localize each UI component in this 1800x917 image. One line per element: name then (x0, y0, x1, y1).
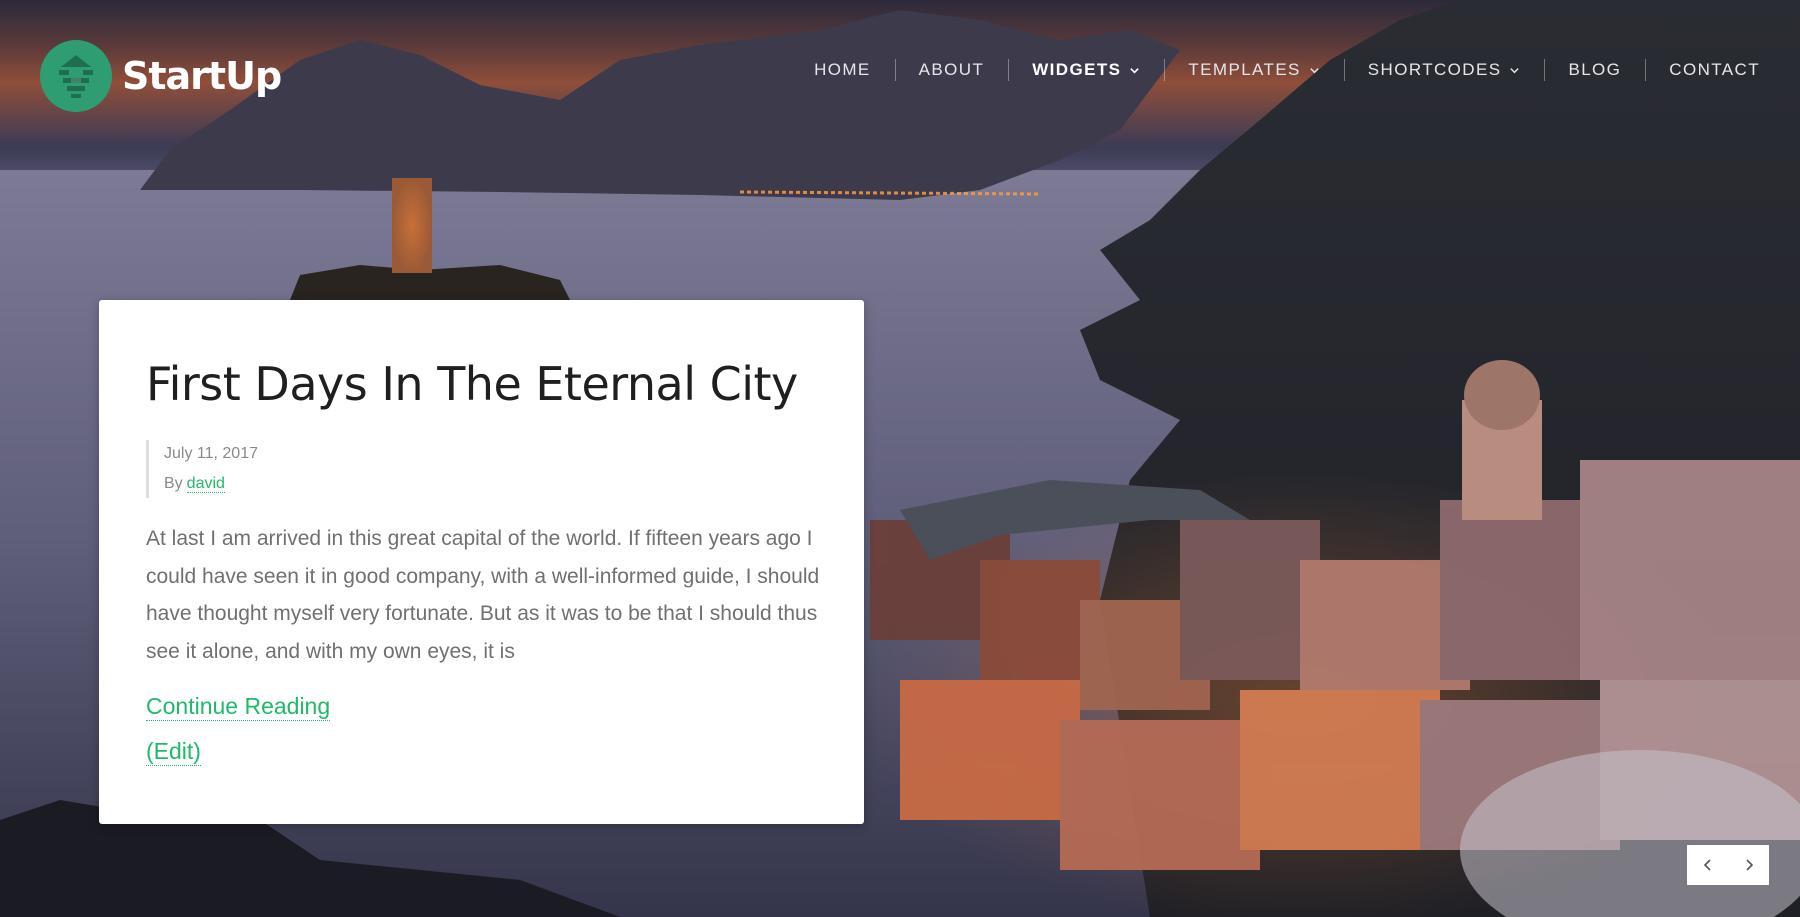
chevron-down-icon (1510, 67, 1520, 73)
nav-item-widgets[interactable]: WIDGETS (1008, 58, 1164, 82)
slider-prev-button[interactable] (1687, 845, 1728, 885)
stacked-lines-logo-icon (40, 40, 112, 112)
nav-item-templates[interactable]: TEMPLATES (1164, 58, 1343, 82)
post-byline: By david (164, 474, 258, 494)
nav-item-home[interactable]: HOME (790, 58, 895, 82)
site-logo[interactable]: StartUp (40, 40, 282, 112)
nav-item-contact[interactable]: CONTACT (1645, 58, 1760, 82)
nav-item-blog[interactable]: BLOG (1544, 58, 1645, 82)
nav-item-label: BLOG (1568, 60, 1622, 79)
nav-item-label: WIDGETS (1032, 60, 1122, 79)
featured-post-card: First Days In The Eternal City July 11, … (99, 300, 864, 824)
edit-post-link[interactable]: (Edit) (146, 737, 201, 766)
post-date: July 11, 2017 (164, 445, 258, 462)
nav-item-label: ABOUT (918, 60, 985, 79)
continue-reading-link[interactable]: Continue Reading (146, 692, 331, 721)
post-meta: July 11, 2017 By david (146, 440, 258, 498)
nav-item-label: HOME (814, 60, 871, 79)
slider-controls (1687, 845, 1769, 885)
chevron-down-icon (1310, 67, 1319, 73)
post-title[interactable]: First Days In The Eternal City (146, 357, 798, 411)
nav-item-label: CONTACT (1669, 60, 1760, 79)
nav-item-shortcodes[interactable]: SHORTCODES (1343, 58, 1545, 82)
main-navigation: HOME ABOUT WIDGETS TEMPLATES SHORTCODES … (790, 58, 1760, 82)
author-link[interactable]: david (186, 475, 225, 493)
nav-item-label: TEMPLATES (1188, 60, 1301, 79)
site-title: StartUp (122, 54, 282, 98)
by-label: By (164, 475, 183, 492)
chevron-right-icon (1745, 859, 1753, 871)
chevron-down-icon (1130, 67, 1140, 74)
chevron-left-icon (1703, 859, 1711, 871)
slider-next-button[interactable] (1728, 845, 1769, 885)
site-header: StartUp HOME ABOUT WIDGETS TEMPLATES SHO… (0, 0, 1800, 150)
nav-item-about[interactable]: ABOUT (894, 58, 1009, 82)
nav-item-label: SHORTCODES (1367, 60, 1502, 79)
post-excerpt: At last I am arrived in this great capit… (146, 527, 820, 663)
